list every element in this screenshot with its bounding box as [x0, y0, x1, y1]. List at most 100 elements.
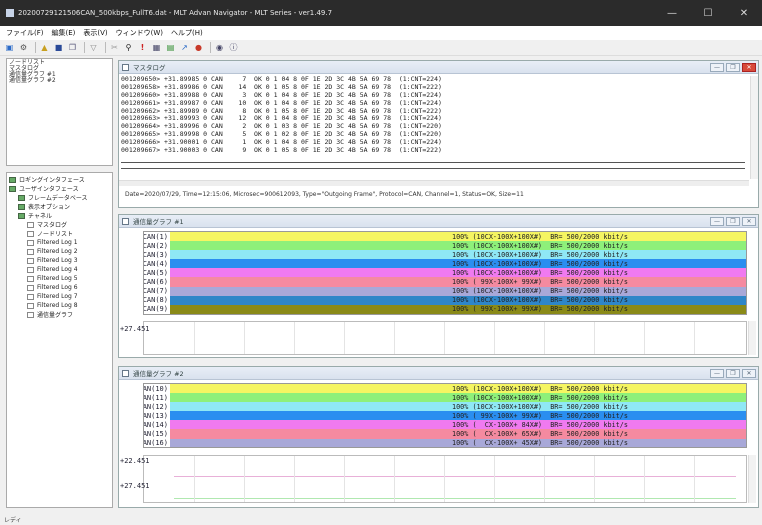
channel-row[interactable]: CAN(8) 100% (10CX-100X+100X#) BR= 500/200… — [143, 295, 746, 305]
open-icon[interactable]: ▲ — [39, 42, 50, 53]
channel-row[interactable]: CAN(3) 100% (10CX-100X+100X#) BR= 500/200… — [144, 250, 746, 260]
document-icon — [27, 230, 34, 237]
graph1-title: 通信量グラフ #1 — [133, 218, 184, 226]
tree-node[interactable]: Filtered Log 1 — [9, 238, 110, 247]
pane-restore-button[interactable]: ❐ — [726, 216, 740, 226]
channel-name: CAN(8) — [143, 295, 170, 305]
pane-close-button[interactable]: ✕ — [742, 368, 756, 378]
channel-row[interactable]: CAN(1) 100% (10CX-100X+100X#) BR= 500/200… — [144, 232, 746, 242]
channel-row[interactable]: CAN(12) 100% (10CX-100X+100X#) BR= 500/20… — [144, 402, 746, 412]
tree-node[interactable]: チャネル — [9, 211, 110, 220]
save-icon[interactable]: ■ — [53, 42, 64, 53]
channel-row[interactable]: CAN(16) 100% ( CX-100X+ 45X#) BR= 500/200… — [144, 438, 746, 447]
graph2-scrollbar[interactable] — [748, 455, 756, 503]
settings-tree: ロギングインタフェース ユーザインタフェース フレームデータベース 表示オプション チャ… — [6, 172, 113, 508]
channel-load-bar: 100% (10CX-100X+100X#) BR= 500/2000 kbit… — [170, 402, 746, 412]
log-hscrollbar[interactable] — [119, 180, 749, 186]
menu-edit[interactable]: 編集(E) — [52, 28, 76, 38]
graph1-scrollbar[interactable] — [748, 321, 756, 355]
channel-load-text: 100% ( CX-100X+ 84X#) BR= 500/2000 kbit/… — [452, 420, 628, 429]
pane-restore-button[interactable]: ❐ — [726, 62, 740, 72]
log-row[interactable]: 001209667> +31.90003 0 CAN 9 OK 0 1 05 8… — [121, 146, 745, 155]
menu-help[interactable]: ヘルプ(H) — [171, 28, 203, 38]
signal-icon[interactable]: ● — [193, 42, 204, 53]
pane-minimize-button[interactable]: — — [710, 62, 724, 72]
pane-restore-button[interactable]: ❐ — [726, 368, 740, 378]
document-icon — [27, 266, 34, 273]
tree-node-label: Filtered Log 8 — [37, 302, 78, 309]
alert-icon[interactable]: ! — [137, 42, 148, 53]
maximize-button[interactable]: ☐ — [690, 0, 726, 26]
channel-load-bar: 100% ( 99X-100X+ 99X#) BR= 500/2000 kbit… — [170, 277, 746, 287]
menu-view[interactable]: 表示(V) — [83, 28, 107, 38]
pane-close-button[interactable]: ✕ — [742, 216, 756, 226]
channel-row[interactable]: CAN(4) 100% (10CX-100X+100X#) BR= 500/200… — [144, 259, 746, 269]
tree-node-label: Filtered Log 3 — [37, 257, 78, 264]
tree-node[interactable]: マスタログ — [9, 220, 110, 229]
channel-row[interactable]: CAN(15) 100% ( CX-100X+ 65X#) BR= 500/200… — [144, 429, 746, 439]
log-list[interactable]: 001209650> +31.89985 0 CAN 7 OK 0 1 04 8… — [121, 76, 745, 179]
copy-icon[interactable]: ❐ — [67, 42, 78, 53]
tree-node[interactable]: Filtered Log 6 — [9, 283, 110, 292]
log-status-line: Date=2020/07/29, Time=12:15:06, Microsec… — [125, 191, 524, 198]
channel-row[interactable]: CAN(2) 100% (10CX-100X+100X#) BR= 500/200… — [144, 241, 746, 251]
channel-name: CAN(6) — [143, 277, 170, 287]
channel-load-bar: 100% (10CX-100X+100X#) BR= 500/2000 kbit… — [170, 393, 746, 403]
channel-row[interactable]: CAN(10) 100% (10CX-100X+100X#) BR= 500/20… — [144, 384, 746, 394]
channel-load-bar: 100% (10CX-100X+100X#) BR= 500/2000 kbit… — [170, 295, 746, 305]
new-icon[interactable]: ▣ — [4, 42, 15, 53]
tree-node[interactable]: Filtered Log 3 — [9, 256, 110, 265]
record-icon[interactable]: ◉ — [214, 42, 225, 53]
window-title: 20200729121506CAN_500kbps_FullT6.dat - M… — [18, 9, 333, 17]
tree-node-label: Filtered Log 1 — [37, 239, 78, 246]
tree-node-label: Filtered Log 2 — [37, 248, 78, 255]
graph-y-value: +27.451 — [120, 482, 150, 490]
channel-name: CAN(14) — [143, 420, 170, 430]
folder-icon — [18, 203, 25, 210]
tree-node[interactable]: Filtered Log 2 — [9, 247, 110, 256]
channel-row[interactable]: CAN(7) 100% (10CX-100X+100X#) BR= 500/200… — [144, 286, 746, 296]
tree-node[interactable]: Filtered Log 8 — [9, 301, 110, 310]
document-icon — [27, 248, 34, 255]
menu-file[interactable]: ファイル(F) — [6, 28, 44, 38]
grid-icon[interactable]: ▦ — [151, 42, 162, 53]
document-icon — [27, 257, 34, 264]
tree-node[interactable]: Filtered Log 4 — [9, 265, 110, 274]
channel-row[interactable]: CAN(9) 100% ( 99X-100X+ 99X#) BR= 500/200… — [144, 304, 746, 314]
toolbar: ▣ ⚙ ▲ ■ ❐ ▽ ✂ ⚲ ! ▦ ▤ ↗ ● ◉ ⓘ — [0, 40, 762, 56]
channel-load-bar: 100% (10CX-100X+100X#) BR= 500/2000 kbit… — [170, 384, 746, 394]
tree-node[interactable]: ユーザインタフェース — [9, 184, 110, 193]
pane-minimize-button[interactable]: — — [710, 368, 724, 378]
pane-close-button[interactable]: ✕ — [742, 62, 756, 72]
title-bar: 20200729121506CAN_500kbps_FullT6.dat - M… — [0, 0, 762, 26]
window-list-item[interactable]: 通信量グラフ #2 — [9, 78, 110, 84]
channel-load-text: 100% (10CX-100X+100X#) BR= 500/2000 kbit… — [452, 250, 628, 259]
filter-icon[interactable]: ▽ — [88, 42, 99, 53]
tree-node[interactable]: フレームデータベース — [9, 193, 110, 202]
channel-row[interactable]: CAN(5) 100% (10CX-100X+100X#) BR= 500/200… — [143, 268, 746, 278]
tree-node[interactable]: Filtered Log 7 — [9, 292, 110, 301]
tree-node[interactable]: ノードリスト — [9, 229, 110, 238]
chart-icon[interactable]: ↗ — [179, 42, 190, 53]
channel-row[interactable]: CAN(6) 100% ( 99X-100X+ 99X#) BR= 500/200… — [143, 277, 746, 287]
document-icon — [27, 275, 34, 282]
channel-row[interactable]: CAN(11) 100% (10CX-100X+100X#) BR= 500/20… — [144, 393, 746, 403]
tree-node[interactable]: 表示オプション — [9, 202, 110, 211]
channel-row[interactable]: CAN(13) 100% ( 99X-100X+ 99X#) BR= 500/20… — [144, 411, 746, 421]
channel-row[interactable]: CAN(14) 100% ( CX-100X+ 84X#) BR= 500/200… — [143, 420, 746, 430]
tree-node[interactable]: Filtered Log 5 — [9, 274, 110, 283]
minimize-button[interactable]: — — [654, 0, 690, 26]
menu-window[interactable]: ウィンドウ(W) — [116, 28, 163, 38]
graph-icon[interactable]: ▤ — [165, 42, 176, 53]
pane-minimize-button[interactable]: — — [710, 216, 724, 226]
cut-icon[interactable]: ✂ — [109, 42, 120, 53]
tree-node[interactable]: 通信量グラフ — [9, 310, 110, 319]
log-scrollbar[interactable] — [750, 76, 758, 179]
channel-name: CAN(5) — [143, 268, 170, 278]
settings-icon[interactable]: ⚙ — [18, 42, 29, 53]
traffic-graph-2-pane: 通信量グラフ #2 — ❐ ✕ CAN(10) 100% (10CX-100X+1… — [118, 366, 759, 508]
search-icon[interactable]: ⚲ — [123, 42, 134, 53]
close-button[interactable]: ✕ — [726, 0, 762, 26]
info-icon[interactable]: ⓘ — [228, 42, 239, 53]
tree-node[interactable]: ロギングインタフェース — [9, 175, 110, 184]
